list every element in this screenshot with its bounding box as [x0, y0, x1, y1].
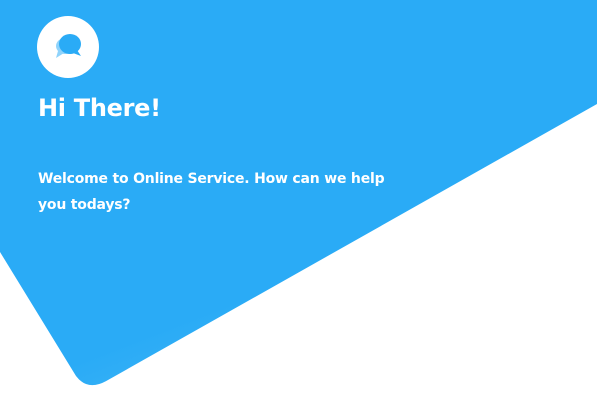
- chat-bubble-icon: [37, 16, 99, 78]
- welcome-message: Welcome to Online Service. How can we he…: [38, 171, 385, 213]
- greeting-title: Hi There!: [38, 94, 161, 122]
